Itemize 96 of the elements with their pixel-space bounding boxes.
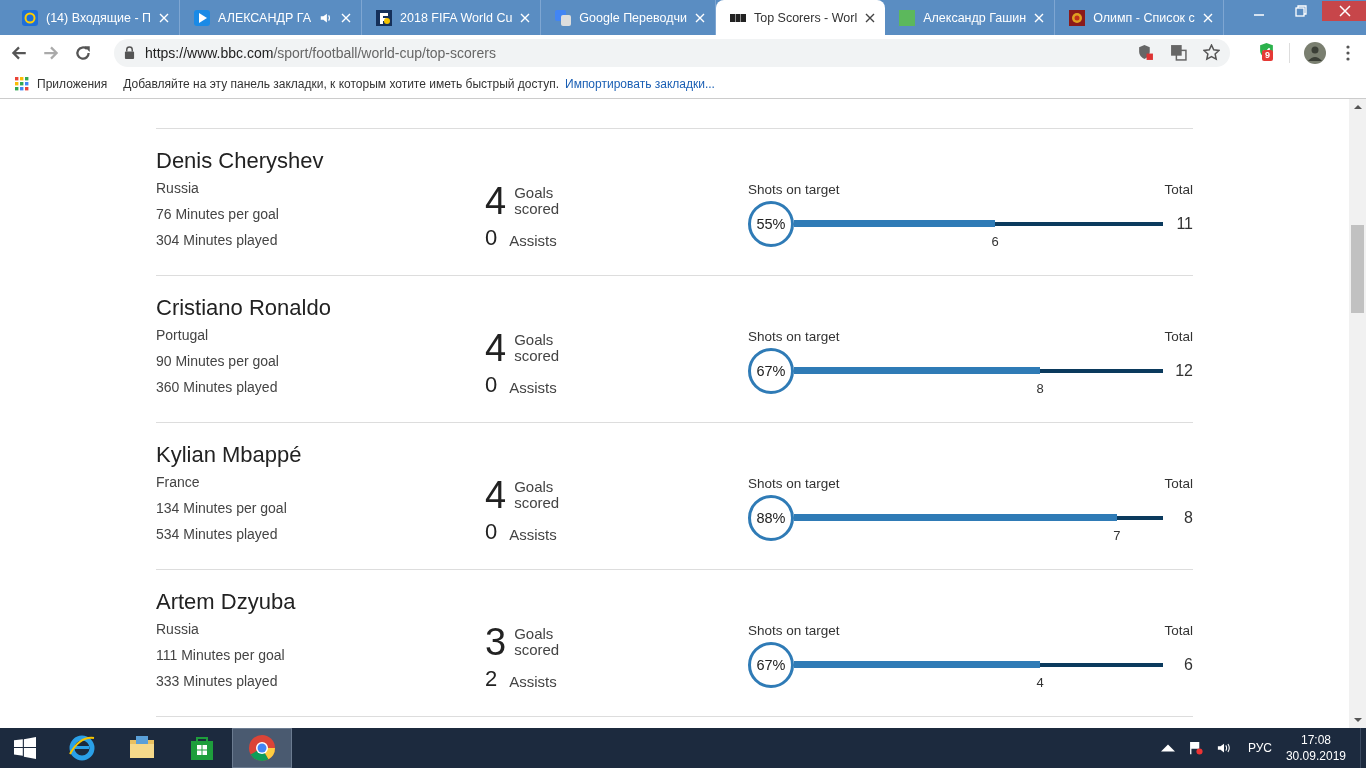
flag-logo-icon [376,9,393,26]
assists-count: 0 [485,519,498,545]
minutes-per-goal: 134 Minutes per goal [156,499,288,518]
player-name: Cristiano Ronaldo [156,294,332,322]
square-icon [899,9,916,26]
speaker-icon[interactable] [1216,741,1231,755]
minutes-per-goal: 90 Minutes per goal [156,352,280,371]
language-indicator[interactable]: РУС [1247,741,1272,755]
assists-label: Assists [509,377,557,396]
tab-title: Александр Гашин [923,10,1027,25]
assists-label: Assists [509,524,557,543]
goals-count: 4 [485,475,507,515]
clock-date[interactable]: 30.09.2019 [1285,748,1346,764]
import-bookmarks-link[interactable]: Импортировать закладки... [565,77,715,91]
tab-title: Олимп - Список с [1093,10,1195,25]
assists-count: 0 [485,372,498,398]
minutes-played: 304 Minutes played [156,231,279,250]
translate-icon [555,9,572,26]
scroll-up-icon[interactable] [1353,104,1362,110]
browser-tab[interactable]: Top Scorers - Worl [715,0,886,35]
total-label: Total [1164,623,1193,638]
url-text: https://www.bbc.com/sport/football/world-cup/top-scorers [145,44,496,61]
country: Portugal [156,326,210,345]
assists-label: Assists [509,230,557,249]
emblem-icon [1069,9,1086,26]
close-icon [1338,5,1351,17]
goals-count: 4 [485,328,507,368]
scroll-thumb[interactable] [1351,225,1364,313]
scrollbar[interactable] [1349,99,1366,728]
total-shots: 8 [1183,509,1193,527]
close-icon[interactable] [865,12,876,23]
total-shots: 12 [1174,362,1193,380]
minutes-played: 534 Minutes played [156,525,279,544]
assists-count: 0 [485,225,498,251]
on-target-count: 8 [1036,381,1044,396]
tab-title: (14) Входящие - П [46,10,152,25]
shots-label: Shots on target [748,476,840,491]
minutes-played: 333 Minutes played [156,672,279,691]
translate-icon[interactable] [1170,44,1187,61]
browser-logo-icon [248,734,276,762]
clock-time[interactable]: 17:08 [1300,732,1331,748]
shield-icon[interactable] [1137,44,1154,61]
goals-label: Goals scored [514,626,561,658]
goals-label: Goals scored [514,332,561,364]
address-bar[interactable]: https://www.bbc.com/sport/football/world-cup/top-scorers [114,38,1230,67]
total-shots: 6 [1183,656,1193,674]
close-window-button[interactable] [1321,1,1366,21]
percent-ring: 55% [748,201,794,247]
on-target-count: 7 [1113,528,1121,543]
menu-icon[interactable] [1346,44,1350,61]
tab-title: Top Scorers - Worl [753,10,858,25]
goals-label: Goals scored [514,185,561,217]
percent-ring: 67% [748,642,794,688]
restore-icon[interactable] [1294,5,1307,17]
minutes-per-goal: 76 Minutes per goal [156,205,280,224]
total-label: Total [1164,476,1193,491]
goals-label: Goals scored [514,479,561,511]
percent-ring: 88% [748,495,794,541]
shots-label: Shots on target [748,329,840,344]
flag-error-icon[interactable] [1188,741,1203,755]
star-icon[interactable] [1203,44,1220,61]
percent-ring: 67% [748,348,794,394]
tab-title: Google Переводчи [579,10,687,25]
total-label: Total [1164,329,1193,344]
reload-icon[interactable] [74,43,92,62]
goals-count: 4 [485,181,507,221]
windows-logo-icon[interactable] [14,737,36,759]
assists-count: 2 [485,666,498,692]
on-target-count: 4 [1036,675,1044,690]
total-label: Total [1164,182,1193,197]
player-name: Kylian Mbappé [156,441,303,469]
scroll-down-icon[interactable] [1353,717,1362,723]
bookmarks-hint: Добавляйте на эту панель закладки, к которым хотите иметь быстрый доступ. [123,77,559,91]
store-bag-icon [188,734,216,762]
player-name: Artem Dzyuba [156,588,297,616]
on-target-count: 6 [991,234,999,249]
country: France [156,473,201,492]
minutes-per-goal: 111 Minutes per goal [156,646,286,665]
minutes-played: 360 Minutes played [156,378,279,397]
player-name: Denis Cheryshev [156,147,325,175]
apps-link[interactable]: Приложения [37,77,108,91]
avatar-icon[interactable] [1304,41,1326,64]
shots-label: Shots on target [748,623,840,638]
assists-label: Assists [509,671,557,690]
total-shots: 11 [1175,215,1193,233]
country: Russia [156,179,200,198]
goals-count: 3 [485,622,507,662]
country: Russia [156,620,200,639]
notification-badge: 9 [1262,50,1273,61]
letter-e-icon [68,734,96,762]
lock-icon [124,46,135,59]
tab-title: АЛЕКСАНДР ГА [218,10,312,25]
play-icon [194,9,211,26]
tab-title: 2018 FIFA World Cu [400,10,513,25]
apps-grid-icon[interactable] [15,77,29,91]
shots-label: Shots on target [748,182,840,197]
